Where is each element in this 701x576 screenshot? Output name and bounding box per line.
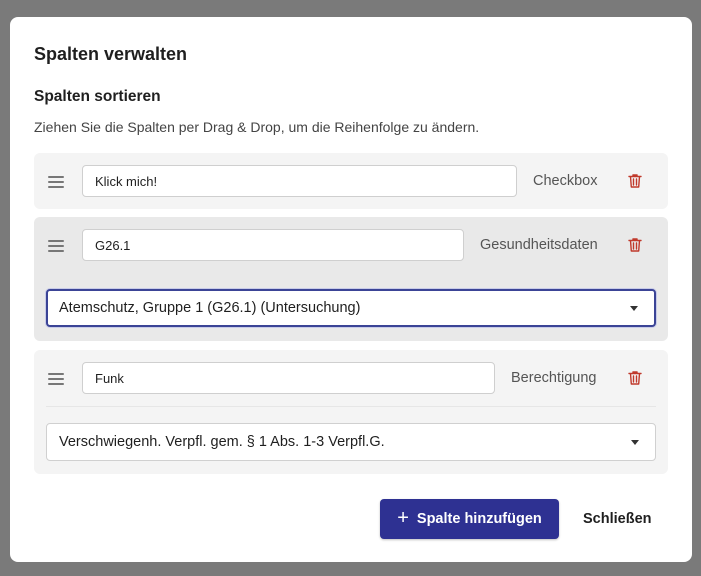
column-name-input[interactable] bbox=[82, 165, 517, 197]
manage-columns-dialog: Spalten verwalten Spalten sortieren Zieh… bbox=[10, 17, 692, 562]
chevron-down-icon bbox=[631, 440, 639, 445]
trash-icon[interactable] bbox=[628, 370, 642, 386]
trash-icon[interactable] bbox=[628, 173, 642, 189]
plus-icon: + bbox=[397, 507, 409, 529]
dialog-title: Spalten verwalten bbox=[34, 44, 188, 64]
column-item[interactable]: Checkbox bbox=[34, 153, 668, 209]
trash-icon[interactable] bbox=[628, 237, 642, 253]
select-value: Verschwiegenh. Verpfl. gem. § 1 Abs. 1-3… bbox=[59, 434, 385, 450]
column-name-input[interactable] bbox=[82, 229, 464, 261]
column-type-label: Gesundheitsdaten bbox=[480, 237, 598, 253]
column-type-label: Checkbox bbox=[533, 173, 598, 189]
section-title: Spalten sortieren bbox=[34, 88, 161, 105]
select-value: Atemschutz, Gruppe 1 (G26.1) (Untersuchu… bbox=[59, 300, 361, 316]
column-item[interactable]: Gesundheitsdaten Atemschutz, Gruppe 1 (G… bbox=[34, 217, 668, 341]
drag-handle-icon[interactable] bbox=[48, 240, 64, 252]
drag-handle-icon[interactable] bbox=[48, 373, 64, 385]
add-column-button[interactable]: + Spalte hinzufügen bbox=[380, 499, 559, 539]
chevron-down-icon bbox=[630, 306, 638, 311]
add-column-label: Spalte hinzufügen bbox=[416, 511, 542, 527]
divider bbox=[46, 406, 656, 407]
column-value-select[interactable]: Atemschutz, Gruppe 1 (G26.1) (Untersuchu… bbox=[46, 289, 656, 327]
column-value-select[interactable]: Verschwiegenh. Verpfl. gem. § 1 Abs. 1-3… bbox=[46, 423, 656, 461]
column-item[interactable]: Berechtigung Verschwiegenh. Verpfl. gem.… bbox=[34, 350, 668, 474]
drag-handle-icon[interactable] bbox=[48, 176, 64, 188]
column-type-label: Berechtigung bbox=[511, 370, 597, 386]
sort-hint: Ziehen Sie die Spalten per Drag & Drop, … bbox=[34, 119, 480, 135]
column-name-input[interactable] bbox=[82, 362, 495, 394]
close-button[interactable]: Schließen bbox=[575, 499, 660, 539]
